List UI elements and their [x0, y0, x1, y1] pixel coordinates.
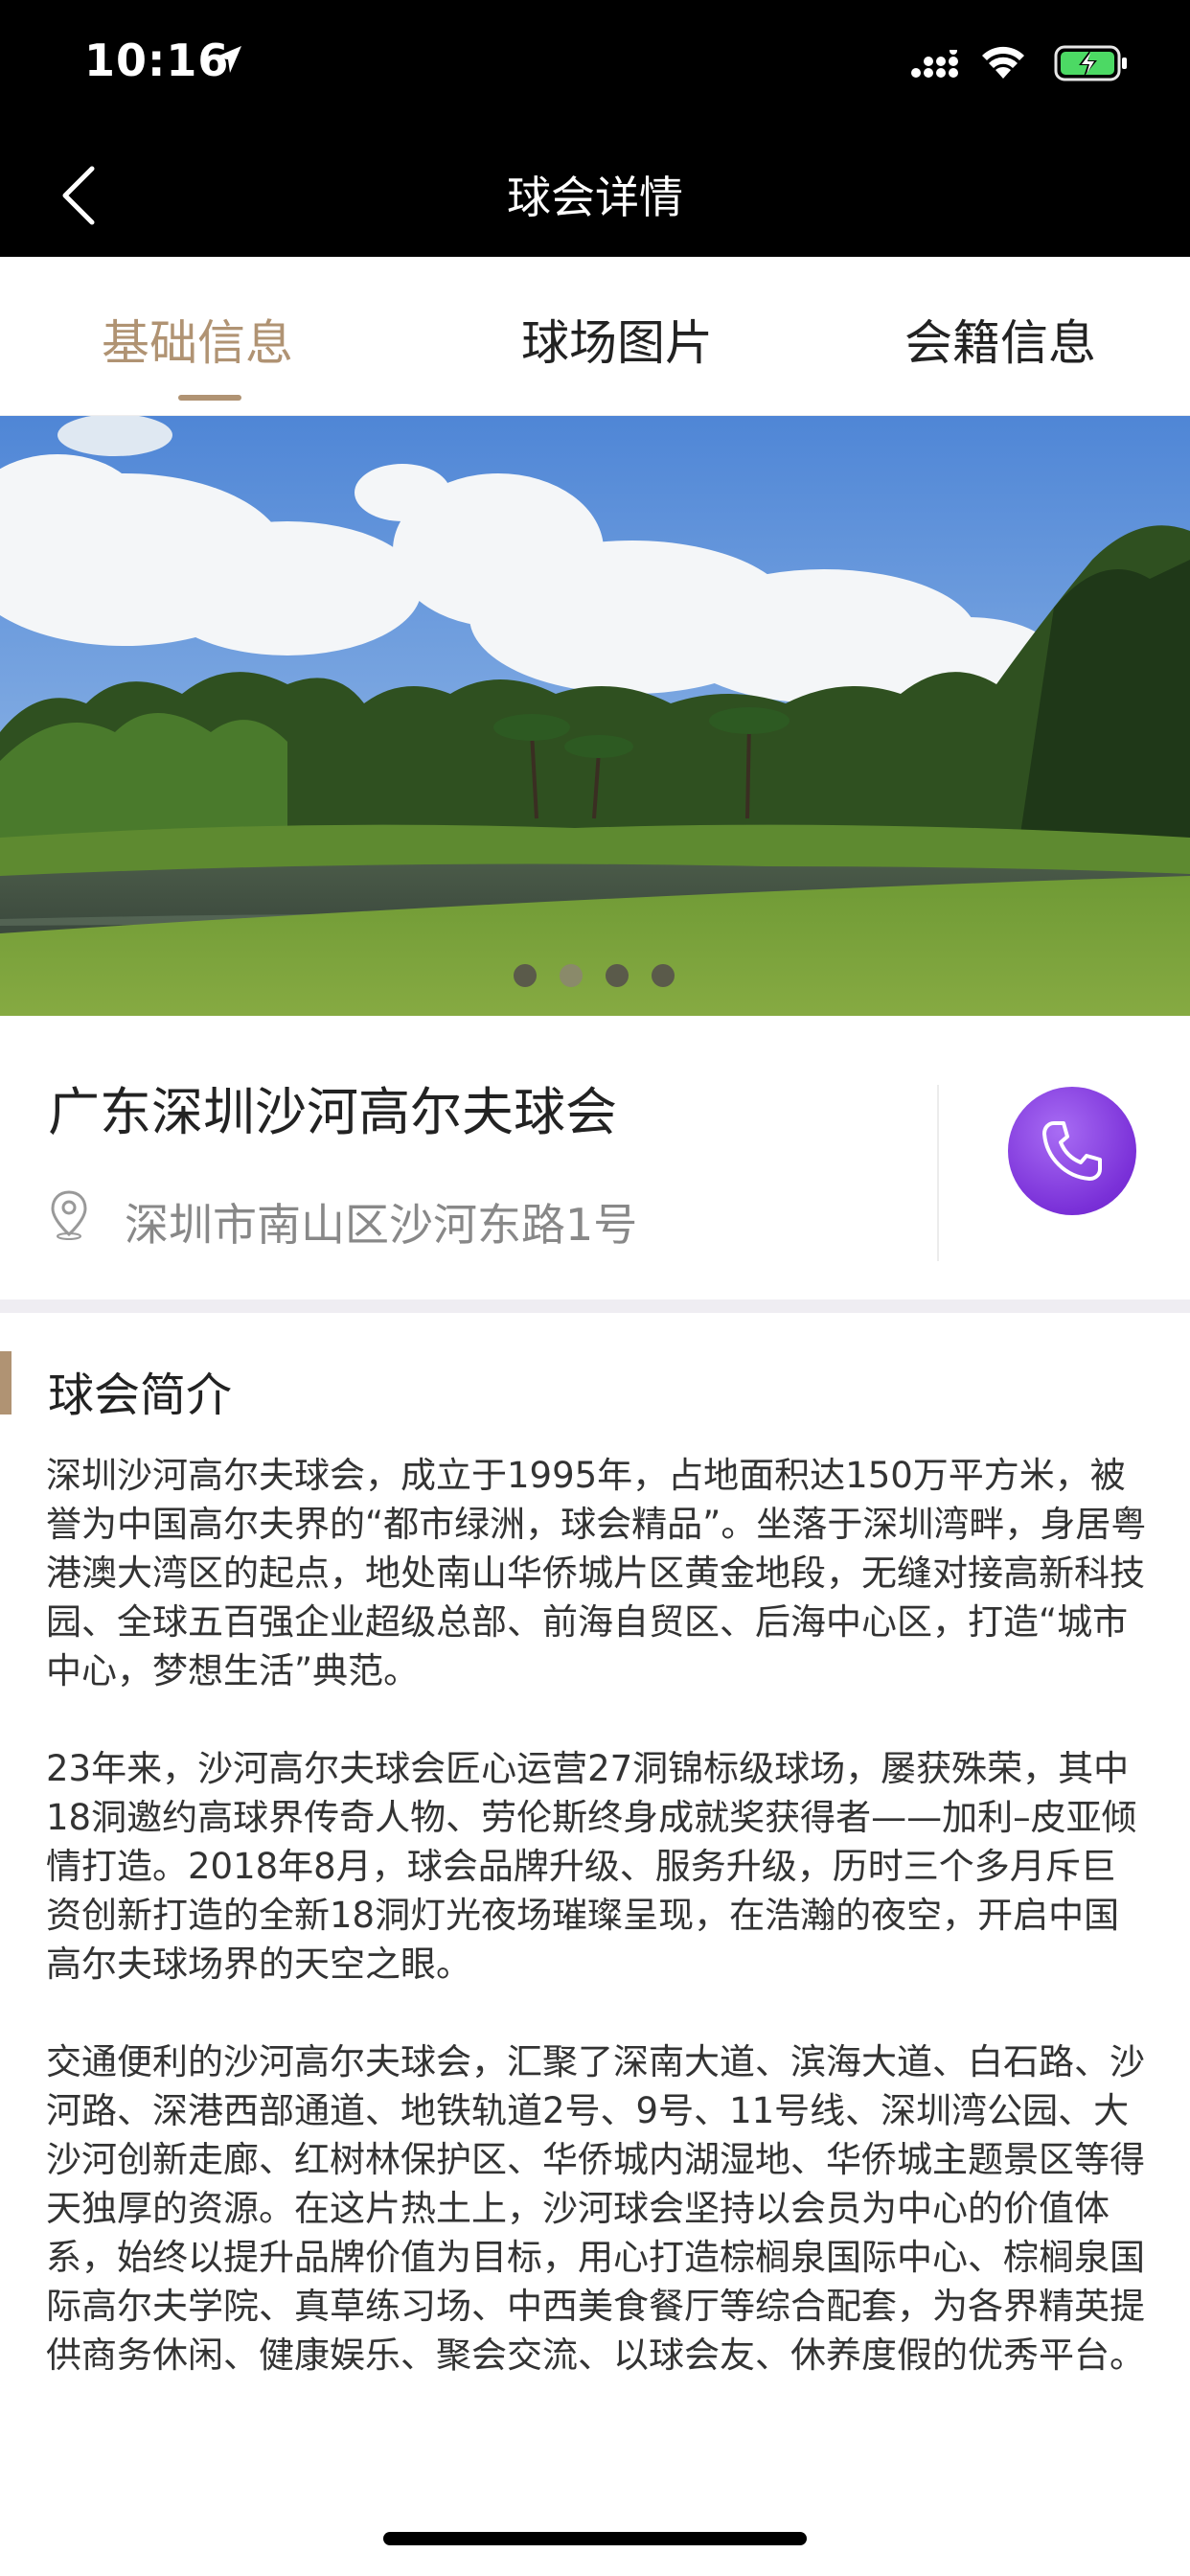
tab-basic-info[interactable]: 基础信息: [102, 305, 293, 374]
section-separator: [0, 1300, 1190, 1313]
location-pin-icon: [48, 1188, 90, 1244]
phone-icon: [1042, 1121, 1102, 1181]
tab-membership-info[interactable]: 会籍信息: [904, 305, 1096, 374]
intro-title: 球会简介: [48, 1368, 233, 1422]
carousel-dots: [0, 964, 1190, 989]
active-tab-indicator: [178, 395, 241, 401]
page-title: 球会详情: [507, 172, 683, 223]
status-bar: 10:16: [0, 0, 1190, 134]
carousel-dot[interactable]: [606, 964, 629, 987]
carousel-dot[interactable]: [652, 964, 675, 987]
location-arrow-icon: [213, 44, 243, 79]
divider: [937, 1085, 939, 1261]
call-button[interactable]: [1008, 1087, 1136, 1215]
carousel-dot[interactable]: [514, 964, 537, 987]
carousel-dot-active[interactable]: [560, 964, 583, 987]
intro-paragraph: 23年来，沙河高尔夫球会匠心运营27洞锦标级球场，屡获殊荣，其中18洞邀约高球界…: [46, 1748, 1137, 1985]
intro-paragraph: 交通便利的沙河高尔夫球会，汇聚了深南大道、滨海大道、白石路、沙河路、深港西部通道…: [46, 2041, 1145, 2376]
section-accent-bar: [0, 1351, 11, 1414]
status-time: 10:16: [84, 34, 230, 86]
battery-charging-icon: [1054, 44, 1129, 86]
tab-course-photos[interactable]: 球场图片: [521, 305, 713, 374]
nav-bar: 球会详情: [0, 134, 1190, 257]
tab-bar: 基础信息 球场图片 会籍信息: [0, 257, 1190, 416]
wifi-icon: [979, 42, 1027, 84]
course-photo-carousel[interactable]: [0, 416, 1190, 1016]
home-indicator[interactable]: [383, 2532, 807, 2545]
intro-paragraph: 深圳沙河高尔夫球会，成立于1995年，占地面积达150万平方米，被誉为中国高尔夫…: [46, 1455, 1147, 1691]
signal-icon: [910, 47, 960, 79]
club-address: 深圳市南山区沙河东路1号: [125, 1199, 638, 1251]
club-name: 广东深圳沙河高尔夫球会: [48, 1082, 617, 1142]
intro-body: 深圳沙河高尔夫球会，成立于1995年，占地面积达150万平方米，被誉为中国高尔夫…: [46, 1451, 1148, 2428]
club-info-card: 广东深圳沙河高尔夫球会 深圳市南山区沙河东路1号: [0, 1016, 1190, 1300]
course-photo: [0, 416, 1190, 1016]
